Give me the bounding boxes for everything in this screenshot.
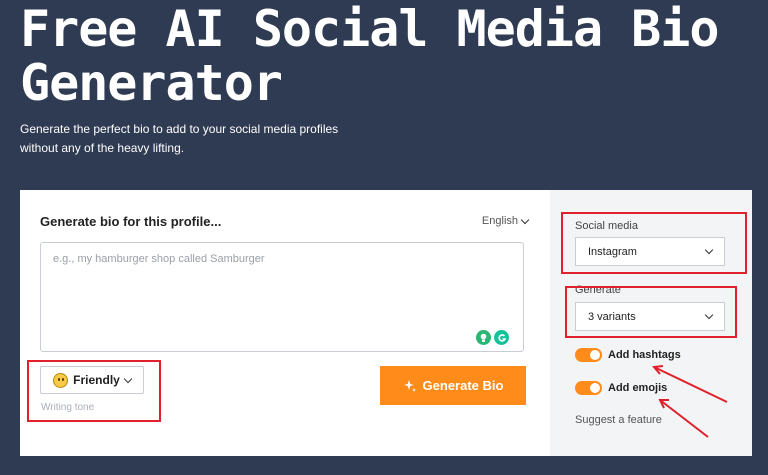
language-value: English: [481, 215, 518, 227]
hashtags-toggle[interactable]: [575, 348, 602, 362]
form-heading: Generate bio for this profile...: [40, 214, 222, 229]
generate-bio-label: Generate Bio: [422, 378, 504, 393]
page-title: Free AI Social Media Bio Generator: [20, 0, 719, 112]
hashtags-label: Add hashtags: [608, 349, 681, 361]
annotation-box-tone: [27, 360, 161, 422]
grammarly-icon[interactable]: [494, 330, 509, 345]
emojis-toggle[interactable]: [575, 381, 602, 395]
profile-description-input[interactable]: e.g., my hamburger shop called Samburger: [40, 242, 524, 352]
emojis-option: Add emojis: [575, 381, 667, 395]
lightbulb-icon[interactable]: [476, 330, 491, 345]
chevron-down-icon: [520, 215, 530, 224]
page-subtitle: Generate the perfect bio to add to your …: [20, 122, 339, 155]
suggest-feature-link[interactable]: Suggest a feature: [575, 414, 662, 426]
annotation-box-generate: [565, 286, 737, 338]
sparkle-icon: [403, 379, 416, 392]
generate-bio-button[interactable]: Generate Bio: [380, 366, 526, 405]
input-placeholder: e.g., my hamburger shop called Samburger: [53, 253, 265, 265]
textarea-extension-icons: [476, 330, 509, 345]
hashtags-option: Add hashtags: [575, 348, 681, 362]
emojis-label: Add emojis: [608, 382, 668, 394]
language-select[interactable]: English: [481, 215, 530, 227]
annotation-box-social: [561, 212, 747, 274]
